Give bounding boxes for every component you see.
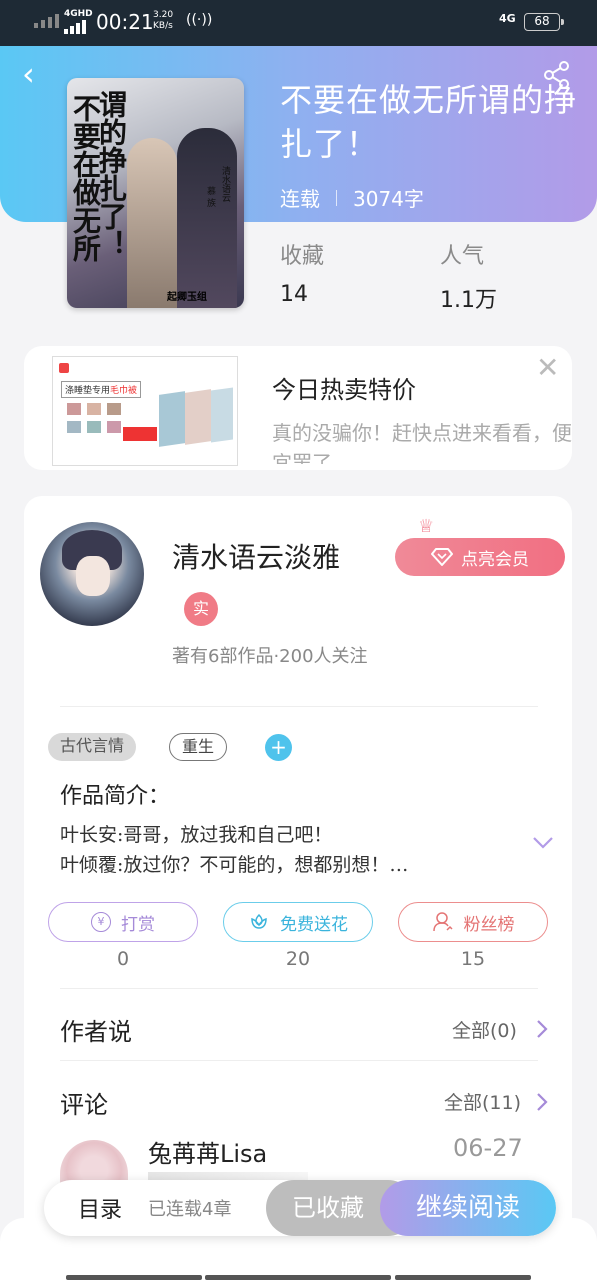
nav-indicator: [66, 1275, 202, 1280]
vip-button[interactable]: 点亮会员: [395, 538, 565, 576]
comments-title: 评论: [60, 1091, 108, 1119]
toc-button[interactable]: 目录: [78, 1192, 122, 1224]
close-icon[interactable]: ✕: [536, 354, 559, 382]
book-status: 连载: [280, 187, 320, 211]
chevron-right-icon[interactable]: [535, 1019, 549, 1039]
ad-description: 真的没骗你！赶快点进来看看，便宜罢了: [272, 421, 572, 464]
chapter-status[interactable]: 已连载4章: [148, 1195, 231, 1221]
author-avatar[interactable]: [40, 522, 144, 626]
vip-label: 点亮会员: [461, 549, 529, 570]
hotspot-icon: ((·)): [186, 12, 213, 28]
chevron-down-icon[interactable]: [532, 836, 554, 850]
chevron-right-icon[interactable]: [535, 1092, 549, 1112]
intro-line: 叶倾覆:放过你？不可能的，想都别想！…: [60, 854, 409, 876]
intro-label: 作品简介：: [60, 784, 171, 809]
reward-count: 0: [116, 948, 130, 970]
reward-label: 打赏: [121, 914, 155, 935]
author-stats: 著有6部作品·200人关注: [172, 646, 368, 667]
book-cover[interactable]: 谓的挣扎了！ 不要在做无所 清水语云 慕 族 起卿玉组: [67, 78, 244, 308]
cover-subtitle-2: 慕 族: [205, 186, 215, 207]
cover-title-col2: 不要在做无所: [69, 94, 102, 262]
verified-badge: 实: [184, 592, 218, 626]
author-says-title: 作者说: [60, 1018, 132, 1046]
intro-text: 叶长安:哥哥，放过我和自己吧！ 叶倾覆:放过你？不可能的，想都别想！…: [60, 820, 520, 880]
crown-icon: ♕: [418, 516, 435, 537]
fan-ranking-label: 粉丝榜: [463, 914, 515, 935]
author-says-more[interactable]: 全部(0): [452, 1016, 517, 1043]
diamond-icon: [431, 548, 453, 566]
send-flower-label: 免费送花: [280, 914, 348, 935]
signal-icon-2: [64, 20, 86, 34]
cover-signature: 起卿玉组: [167, 292, 207, 303]
comment-date: 06-27: [453, 1134, 523, 1162]
stat-popularity: 人气 1.1万: [440, 244, 497, 313]
ad-title: 今日热卖特价: [272, 376, 416, 404]
battery-icon: 68: [524, 13, 564, 31]
send-flower-button[interactable]: 免费送花: [223, 902, 373, 942]
reward-button[interactable]: ¥ 打赏: [48, 902, 198, 942]
nav-indicator: [205, 1275, 391, 1280]
divider: [60, 988, 538, 989]
fans-count: 15: [460, 948, 486, 970]
tag-chip[interactable]: 重生: [169, 733, 228, 761]
stat-favorites: 收藏 14: [280, 244, 325, 307]
add-tag-button[interactable]: +: [265, 734, 292, 761]
yen-icon: ¥: [91, 912, 111, 932]
network-type-2: 4G: [499, 12, 516, 25]
tag-chip[interactable]: 古代言情: [48, 733, 137, 761]
author-name[interactable]: 清水语云淡雅: [172, 536, 340, 576]
intro-line: 叶长安:哥哥，放过我和自己吧！: [60, 824, 333, 846]
net-speed: 3.20 KB/s: [153, 10, 174, 31]
flower-icon: [251, 913, 267, 929]
flower-count: 20: [285, 948, 311, 970]
fan-ranking-button[interactable]: 粉丝榜: [398, 902, 548, 942]
word-count: 3074字: [353, 187, 424, 211]
comment-user[interactable]: 兔苒苒Lisa: [148, 1134, 267, 1169]
user-icon: [432, 912, 453, 932]
cover-subtitle: 清水语云: [220, 166, 230, 202]
ad-banner[interactable]: 涤睡垫专用毛巾被 今日热卖特价 真的没骗你！赶快点进来看看，便宜罢了 ✕: [24, 346, 572, 470]
status-bar: 4GHD 00:21 3.20 KB/s ((·)) 4G 68: [0, 0, 597, 46]
comments-more[interactable]: 全部(11): [444, 1088, 521, 1115]
book-meta: 连载 3074字: [280, 183, 424, 212]
clock: 00:21: [96, 10, 154, 34]
divider: [60, 1060, 538, 1061]
divider: [60, 706, 538, 707]
nav-indicator: [395, 1275, 531, 1280]
ad-image: 涤睡垫专用毛巾被: [52, 356, 238, 466]
book-title: 不要在做无所谓的挣扎了！: [280, 81, 578, 163]
bottom-action-bar: 目录 已连载4章 已收藏 继续阅读: [44, 1180, 556, 1236]
continue-reading-button[interactable]: 继续阅读: [380, 1180, 556, 1236]
signal-icon: [34, 14, 59, 28]
back-icon[interactable]: ‹: [22, 58, 35, 90]
network-type: 4GHD: [64, 9, 93, 19]
